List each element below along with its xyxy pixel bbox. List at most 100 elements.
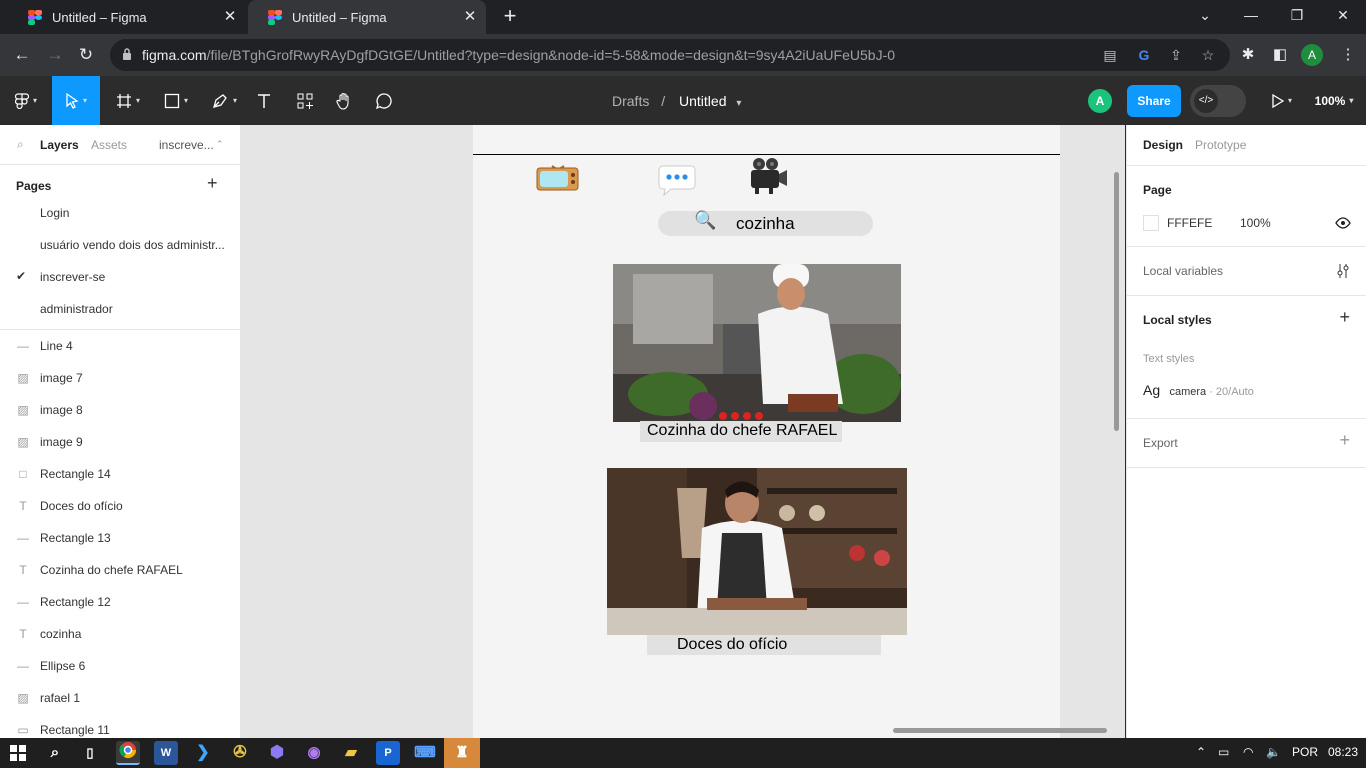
word-icon[interactable]: W bbox=[154, 741, 178, 765]
app-icon[interactable]: ✇ bbox=[228, 741, 252, 765]
layer-row[interactable]: T Doces do ofício bbox=[0, 490, 240, 522]
canvas[interactable]: 🔍 cozinha Cozinha do chefe RAFAEL Doces … bbox=[241, 125, 1125, 738]
search-bar[interactable]: 🔍 cozinha bbox=[658, 210, 873, 236]
share-button[interactable]: Share bbox=[1127, 85, 1181, 117]
page-item[interactable]: administrador bbox=[0, 293, 240, 325]
active-app-icon[interactable]: ♜ bbox=[444, 738, 480, 768]
tab-prototype[interactable]: Prototype bbox=[1195, 138, 1246, 152]
tab-search-icon[interactable]: ⌄ bbox=[1182, 0, 1228, 30]
speech-bubble-icon[interactable] bbox=[657, 164, 697, 196]
user-avatar[interactable]: A bbox=[1088, 89, 1112, 113]
export-section[interactable]: Export + bbox=[1127, 419, 1366, 468]
close-tab-icon[interactable]: ✕ bbox=[462, 9, 478, 25]
extensions-icon[interactable]: ✱ bbox=[1235, 42, 1261, 68]
battery-icon[interactable]: ▭ bbox=[1218, 745, 1229, 759]
chef-cooking-image[interactable] bbox=[613, 264, 901, 422]
text-tool-icon[interactable] bbox=[250, 76, 278, 125]
tab-assets[interactable]: Assets bbox=[91, 138, 127, 152]
back-icon[interactable]: ← bbox=[9, 42, 35, 68]
clock[interactable]: 08:23 bbox=[1328, 745, 1358, 759]
language-indicator[interactable]: POR bbox=[1292, 745, 1318, 759]
line-4[interactable] bbox=[473, 154, 1060, 155]
pen-tool-icon[interactable]: ▾ bbox=[204, 76, 244, 125]
dev-mode-toggle[interactable]: </> bbox=[1190, 85, 1246, 117]
color-swatch[interactable] bbox=[1143, 215, 1159, 231]
vertical-scrollbar[interactable] bbox=[1114, 172, 1119, 431]
restore-button[interactable]: ❐ bbox=[1274, 0, 1320, 30]
taskbar-search-icon[interactable]: ⌕ bbox=[43, 741, 67, 765]
layer-row[interactable]: — Rectangle 12 bbox=[0, 586, 240, 618]
chevron-down-icon[interactable]: ▾ bbox=[736, 98, 741, 109]
layer-row[interactable]: Tcozinha bbox=[0, 618, 240, 650]
reload-icon[interactable]: ↻ bbox=[73, 42, 99, 68]
tab-layers[interactable]: Layers bbox=[40, 138, 79, 152]
layer-row[interactable]: ▨ image 7 bbox=[0, 362, 240, 394]
page-item[interactable]: usuário vendo dois dos administr... bbox=[0, 229, 240, 261]
close-tab-icon[interactable]: ✕ bbox=[222, 9, 238, 25]
layer-row[interactable]: ▨ image 8 bbox=[0, 394, 240, 426]
share-page-icon[interactable]: ⇪ bbox=[1166, 45, 1186, 65]
wifi-icon[interactable]: ◠ bbox=[1243, 745, 1253, 759]
bookmark-star-icon[interactable]: ☆ bbox=[1198, 45, 1218, 65]
browser-tab[interactable]: Untitled – Figma ✕ bbox=[8, 0, 246, 34]
page-item[interactable]: Login bbox=[0, 197, 240, 229]
page-item-active[interactable]: ✔ inscrever-se bbox=[0, 261, 240, 293]
address-bar[interactable]: figma.com/file/BTghGrofRwyRAyDgfDGtGE/Un… bbox=[110, 39, 1230, 71]
vscode-icon[interactable]: ❯ bbox=[191, 741, 215, 765]
move-tool-icon[interactable]: ▾ bbox=[52, 76, 100, 125]
resources-icon[interactable] bbox=[290, 76, 320, 125]
horizontal-scrollbar[interactable] bbox=[893, 728, 1107, 733]
main-menu-icon[interactable]: ▾ bbox=[8, 76, 44, 125]
comment-tool-icon[interactable] bbox=[370, 76, 398, 125]
google-icon[interactable]: G bbox=[1134, 45, 1154, 65]
eye-icon[interactable] bbox=[1335, 217, 1351, 229]
frame-tool-icon[interactable]: ▾ bbox=[108, 76, 148, 125]
layer-row[interactable]: T Cozinha do chefe RAFAEL bbox=[0, 554, 240, 586]
close-window-button[interactable]: ✕ bbox=[1320, 0, 1366, 30]
side-panel-icon[interactable]: ◧ bbox=[1267, 42, 1293, 68]
design-frame[interactable]: 🔍 cozinha Cozinha do chefe RAFAEL Doces … bbox=[473, 125, 1060, 738]
breadcrumb-drafts[interactable]: Drafts bbox=[612, 93, 649, 109]
layer-row[interactable]: ▭ Rectangle 11 bbox=[0, 714, 240, 738]
tv-icon[interactable] bbox=[536, 162, 580, 192]
layer-row[interactable]: □ Rectangle 14 bbox=[0, 458, 240, 490]
caption-box-1[interactable]: Cozinha do chefe RAFAEL bbox=[640, 421, 842, 442]
keyboard-icon[interactable]: ⌨ bbox=[413, 741, 437, 765]
baker-image[interactable] bbox=[607, 468, 907, 635]
sliders-icon[interactable] bbox=[1336, 263, 1350, 279]
chevron-up-icon[interactable]: ⌃ bbox=[216, 139, 224, 150]
layer-row[interactable]: — Line 4 bbox=[0, 330, 240, 362]
local-variables-section[interactable]: Local variables bbox=[1127, 247, 1366, 296]
chrome-taskbar-icon[interactable] bbox=[116, 741, 140, 765]
page-dropdown[interactable]: inscreve... bbox=[159, 138, 214, 152]
layer-row[interactable]: ▨ rafael 1 bbox=[0, 682, 240, 714]
layer-row[interactable]: — Rectangle 13 bbox=[0, 522, 240, 554]
app-p-icon[interactable]: P bbox=[376, 741, 400, 765]
clipboard-icon[interactable]: ▤ bbox=[1100, 45, 1120, 65]
file-title[interactable]: Untitled bbox=[679, 93, 726, 109]
search-icon[interactable]: ⌕ bbox=[17, 137, 24, 152]
file-explorer-icon[interactable]: ▰ bbox=[339, 741, 363, 765]
zoom-menu[interactable]: 100% ▾ bbox=[1308, 76, 1360, 125]
profile-avatar[interactable]: A bbox=[1301, 44, 1323, 66]
minimize-button[interactable]: — bbox=[1228, 0, 1274, 30]
present-play-icon[interactable]: ▾ bbox=[1264, 76, 1300, 125]
page-opacity[interactable]: 100% bbox=[1240, 216, 1271, 230]
forward-icon[interactable]: → bbox=[42, 42, 68, 68]
add-page-icon[interactable]: + bbox=[207, 173, 218, 194]
movie-camera-icon[interactable] bbox=[747, 156, 789, 196]
task-view-icon[interactable]: ▯ bbox=[78, 741, 102, 765]
tab-design[interactable]: Design bbox=[1143, 138, 1183, 152]
chrome-menu-icon[interactable]: ⋮ bbox=[1335, 42, 1361, 68]
caption-box-2[interactable]: Doces do ofício bbox=[647, 635, 881, 655]
layer-row[interactable]: — Ellipse 6 bbox=[0, 650, 240, 682]
text-style-item[interactable]: Ag camera · 20/Auto bbox=[1143, 382, 1254, 398]
page-color-hex[interactable]: FFFEFE bbox=[1167, 216, 1212, 230]
github-icon[interactable]: ◉ bbox=[302, 741, 326, 765]
app-hex-icon[interactable]: ⬢ bbox=[265, 741, 289, 765]
volume-icon[interactable]: 🔈 bbox=[1266, 745, 1281, 759]
windows-start-icon[interactable] bbox=[10, 745, 26, 761]
new-tab-button[interactable]: + bbox=[498, 5, 522, 29]
rectangle-tool-icon[interactable]: ▾ bbox=[156, 76, 196, 125]
layer-row[interactable]: ▨ image 9 bbox=[0, 426, 240, 458]
